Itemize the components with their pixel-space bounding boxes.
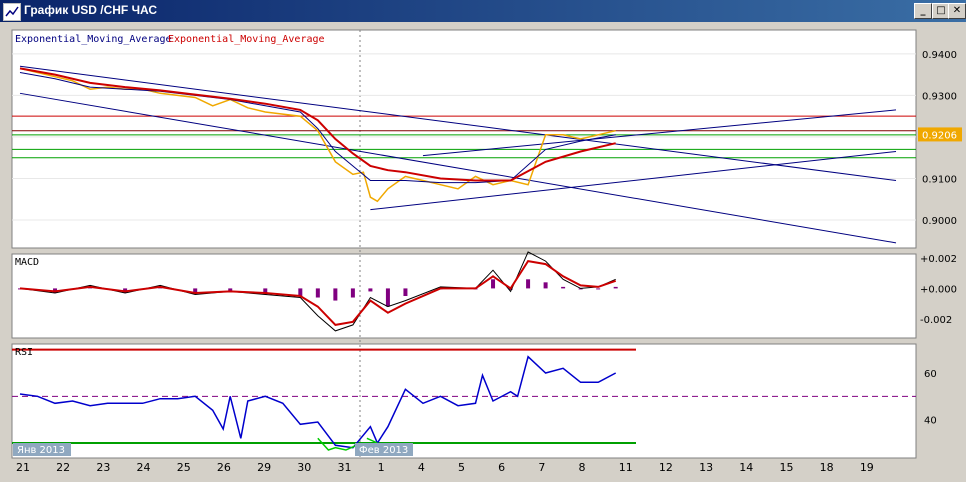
x-tick-label: 22 — [56, 461, 70, 474]
macd-title: MACD — [15, 257, 39, 268]
price-tick-label: 0.9400 — [922, 50, 957, 61]
rsi-tick-label: 40 — [924, 416, 937, 427]
macd-histogram-bar — [315, 288, 320, 298]
chart-area[interactable]: 0.94000.93000.92000.91000.90000.9206 +0.… — [0, 22, 966, 482]
macd-tick-label: +0.000 — [920, 284, 957, 295]
x-tick-label: 24 — [137, 461, 151, 474]
macd-histogram-bar — [596, 288, 601, 290]
macd-histogram-bar — [561, 286, 566, 289]
x-tick-label: 31 — [337, 461, 351, 474]
x-tick-label: 12 — [659, 461, 673, 474]
macd-histogram-bar — [368, 288, 373, 292]
month-label: Янв 2013 — [17, 445, 65, 456]
rsi-title: RSI — [15, 347, 33, 358]
price-panel[interactable] — [11, 29, 917, 249]
x-tick-label: 7 — [538, 461, 545, 474]
window-title: График USD /CHF ЧАС — [24, 3, 158, 17]
x-tick-label: 8 — [579, 461, 586, 474]
x-tick-label: 5 — [458, 461, 465, 474]
window-titlebar[interactable]: График USD /CHF ЧАС _ □ ✕ — [0, 0, 966, 22]
ema-legend-1: Exponential_Moving_Average — [15, 34, 172, 45]
minimize-button[interactable]: _ — [914, 3, 932, 19]
x-tick-label: 15 — [779, 461, 793, 474]
chart-window: График USD /CHF ЧАС _ □ ✕ 0.9400 0.9300 0.… — [0, 0, 966, 482]
x-tick-label: 4 — [418, 461, 425, 474]
macd-histogram-bar — [385, 288, 390, 307]
macd-tick-label: -0.002 — [920, 315, 952, 326]
chart-app-icon — [3, 3, 21, 21]
macd-histogram-bar — [403, 288, 408, 296]
macd-histogram-bar — [526, 279, 531, 289]
macd-panel[interactable] — [11, 253, 917, 339]
price-tick-label: 0.9000 — [922, 216, 957, 227]
x-tick-label: 26 — [217, 461, 231, 474]
macd-histogram-bar — [491, 279, 496, 289]
price-tick-label: 0.9100 — [922, 174, 957, 185]
x-tick-label: 30 — [297, 461, 311, 474]
rsi-tick-label: 60 — [924, 369, 937, 380]
macd-histogram-bar — [543, 282, 548, 289]
x-tick-label: 18 — [820, 461, 834, 474]
current-price-label: 0.9206 — [922, 130, 957, 141]
x-tick-label: 23 — [96, 461, 110, 474]
x-tick-label: 29 — [257, 461, 271, 474]
macd-histogram-bar — [333, 288, 338, 301]
rsi-panel[interactable] — [11, 343, 917, 459]
month-label: Фев 2013 — [359, 445, 408, 456]
x-tick-label: 14 — [739, 461, 753, 474]
x-tick-label: 6 — [498, 461, 505, 474]
ema-legend-2: Exponential_Moving_Average — [168, 34, 325, 45]
x-tick-label: 25 — [177, 461, 191, 474]
close-button[interactable]: ✕ — [948, 3, 966, 19]
macd-histogram-bar — [613, 286, 618, 289]
macd-histogram-bar — [350, 288, 355, 298]
x-tick-label: 21 — [16, 461, 30, 474]
macd-histogram-bar — [298, 288, 303, 296]
x-tick-label: 11 — [619, 461, 633, 474]
x-tick-label: 1 — [378, 461, 385, 474]
x-tick-label: 19 — [860, 461, 874, 474]
price-tick-label: 0.9300 — [922, 91, 957, 102]
x-tick-label: 13 — [699, 461, 713, 474]
macd-tick-label: +0.002 — [920, 254, 957, 265]
